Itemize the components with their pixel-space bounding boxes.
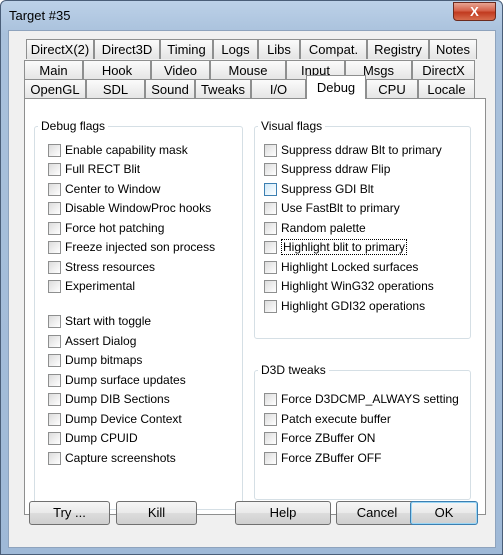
checkbox-highlight-blit[interactable]: Highlight blit to primary (264, 239, 408, 255)
tab-sound[interactable]: Sound (145, 79, 195, 99)
tab-notes[interactable]: Notes (429, 39, 477, 59)
checkbox-dump-surface-updates[interactable]: Dump surface updates (48, 372, 186, 388)
checkbox-random-palette[interactable]: Random palette (264, 220, 366, 236)
tab-timing[interactable]: Timing (160, 39, 213, 59)
checkbox-use-fastblt[interactable]: Use FastBlt to primary (264, 200, 400, 216)
tab-tweaks[interactable]: Tweaks (195, 79, 251, 99)
checkbox-center-to-window[interactable]: Center to Window (48, 181, 160, 197)
checkbox-patch-execute-buffer[interactable]: Patch execute buffer (264, 411, 391, 427)
checkbox-highlight-wing32[interactable]: Highlight WinG32 operations (264, 278, 434, 294)
checkbox-enable-capability-mask[interactable]: Enable capability mask (48, 142, 188, 158)
checkbox-dump-bitmaps[interactable]: Dump bitmaps (48, 352, 142, 368)
tab-logs[interactable]: Logs (213, 39, 258, 59)
tab-debug[interactable]: Debug (306, 75, 366, 99)
checkbox-start-with-toggle[interactable]: Start with toggle (48, 313, 151, 329)
tab-io[interactable]: I/O (251, 79, 306, 99)
checkbox-assert-dialog[interactable]: Assert Dialog (48, 333, 136, 349)
checkbox-experimental[interactable]: Experimental (48, 278, 135, 294)
tab-video[interactable]: Video (151, 60, 210, 80)
checkbox-full-rect-blit[interactable]: Full RECT Blit (48, 161, 140, 177)
ok-button[interactable]: OK (410, 501, 478, 525)
tab-locale[interactable]: Locale (418, 79, 475, 99)
app-window: Target #35 X DirectX(2) Direct3D Timing … (0, 0, 503, 555)
kill-button[interactable]: Kill (116, 501, 197, 525)
checkbox-capture-screenshots[interactable]: Capture screenshots (48, 450, 176, 466)
checkbox-highlight-gdi32[interactable]: Highlight GDI32 operations (264, 298, 425, 314)
tab-direct3d[interactable]: Direct3D (94, 39, 160, 59)
tab-libs[interactable]: Libs (258, 39, 300, 59)
checkbox-highlight-locked[interactable]: Highlight Locked surfaces (264, 259, 418, 275)
tab-main[interactable]: Main (24, 60, 83, 80)
tab-compat[interactable]: Compat. (300, 39, 367, 59)
checkbox-suppress-ddraw-blt[interactable]: Suppress ddraw Blt to primary (264, 142, 442, 158)
checkbox-dump-cpuid[interactable]: Dump CPUID (48, 430, 138, 446)
help-button[interactable]: Help (235, 501, 331, 525)
checkbox-force-zbuffer-on[interactable]: Force ZBuffer ON (264, 430, 375, 446)
tab-hook[interactable]: Hook (83, 60, 151, 80)
tab-directx2[interactable]: DirectX(2) (26, 39, 94, 59)
try-button[interactable]: Try ... (29, 501, 110, 525)
tab-cpu[interactable]: CPU (366, 79, 418, 99)
checkbox-force-d3dcmp-always[interactable]: Force D3DCMP_ALWAYS setting (264, 391, 459, 407)
checkbox-freeze-injected-son[interactable]: Freeze injected son process (48, 239, 215, 255)
close-button[interactable]: X (453, 2, 496, 21)
checkbox-dump-device-context[interactable]: Dump Device Context (48, 411, 182, 427)
d3d-tweaks-title: D3D tweaks (258, 363, 329, 377)
cancel-button[interactable]: Cancel (336, 501, 418, 525)
title-bar[interactable]: Target #35 X (1, 1, 502, 29)
window-title: Target #35 (9, 8, 71, 23)
checkbox-suppress-ddraw-flip[interactable]: Suppress ddraw Flip (264, 161, 390, 177)
dialog-client: DirectX(2) Direct3D Timing Logs Libs Com… (8, 30, 496, 548)
checkbox-disable-windowproc-hooks[interactable]: Disable WindowProc hooks (48, 200, 211, 216)
debug-panel: Debug flags Enable capability mask Full … (24, 98, 486, 515)
debug-flags-title: Debug flags (38, 119, 109, 133)
checkbox-force-zbuffer-off[interactable]: Force ZBuffer OFF (264, 450, 381, 466)
visual-flags-title: Visual flags (258, 119, 326, 133)
tab-mouse[interactable]: Mouse (210, 60, 286, 80)
close-icon: X (470, 4, 479, 19)
checkbox-stress-resources[interactable]: Stress resources (48, 259, 155, 275)
checkbox-dump-dib-sections[interactable]: Dump DIB Sections (48, 391, 170, 407)
checkbox-suppress-gdi-blt[interactable]: Suppress GDI Blt (264, 181, 374, 197)
tab-registry[interactable]: Registry (367, 39, 429, 59)
checkbox-force-hot-patching[interactable]: Force hot patching (48, 220, 164, 236)
tab-sdl[interactable]: SDL (86, 79, 145, 99)
tab-directx[interactable]: DirectX (412, 60, 475, 80)
tab-opengl[interactable]: OpenGL (24, 79, 86, 99)
